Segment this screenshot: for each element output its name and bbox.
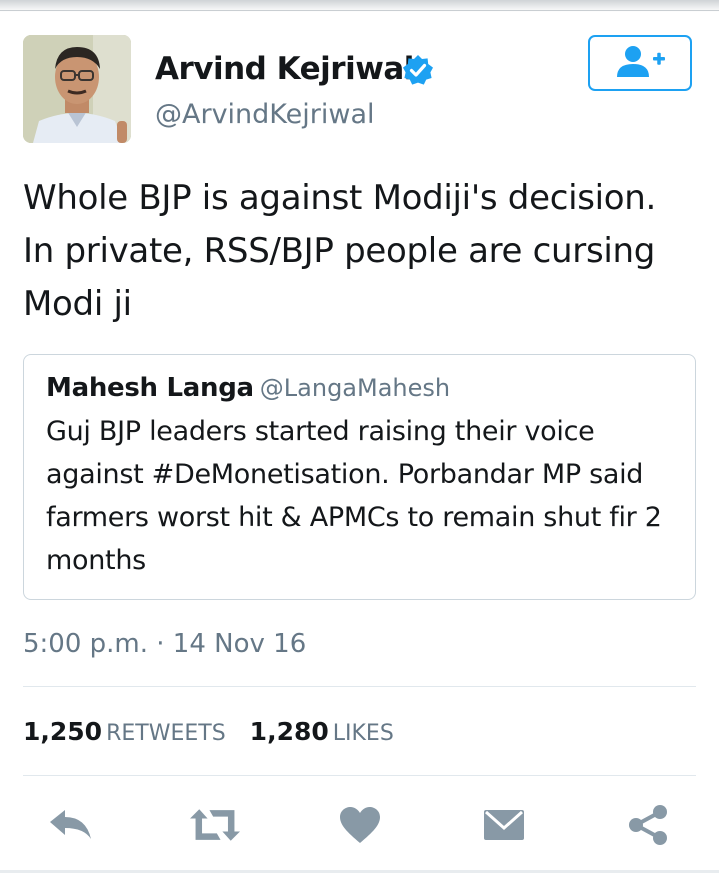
quoted-tweet-header: Mahesh Langa @LangaMahesh [46,371,450,408]
top-divider [0,10,719,11]
envelope-icon [484,810,524,840]
engagement-stats: 1,250 RETWEETS 1,280 LIKES [23,715,394,752]
share-button[interactable] [623,800,673,850]
avatar[interactable] [23,35,131,143]
like-button[interactable] [335,800,385,850]
avatar-image [23,35,131,143]
quoted-tweet-card[interactable]: Mahesh Langa @LangaMahesh Guj BJP leaders… [23,354,696,600]
retweets-label: RETWEETS [106,721,226,746]
share-icon [629,805,667,845]
likes-stat[interactable]: 1,280 LIKES [250,717,394,746]
retweets-stat[interactable]: 1,250 RETWEETS [23,717,226,746]
display-name[interactable]: Arvind Kejriwal [155,50,414,88]
follow-button[interactable] [588,35,692,91]
tweet-timestamp: 5:00 p.m. · 14 Nov 16 [23,629,307,659]
user-handle[interactable]: @ArvindKejriwal [155,98,375,132]
likes-label: LIKES [332,721,394,746]
direct-message-button[interactable] [479,800,529,850]
quoted-display-name: Mahesh Langa [46,373,254,403]
likes-count: 1,280 [249,717,329,746]
quoted-user-handle: @LangaMahesh [259,374,451,402]
divider-top [23,686,696,687]
reply-icon [50,810,91,839]
retweets-count: 1,250 [23,717,103,746]
heart-icon [340,807,380,843]
retweet-icon [190,809,240,841]
reply-button[interactable] [46,800,96,850]
tweet-text: Whole BJP is against Modiji's decision. … [23,178,657,324]
divider-bottom [23,775,696,776]
verified-badge-icon [403,55,433,85]
follow-user-icon [617,46,665,77]
quoted-tweet-text: Guj BJP leaders started raising their vo… [46,416,662,576]
retweet-button[interactable] [190,800,240,850]
